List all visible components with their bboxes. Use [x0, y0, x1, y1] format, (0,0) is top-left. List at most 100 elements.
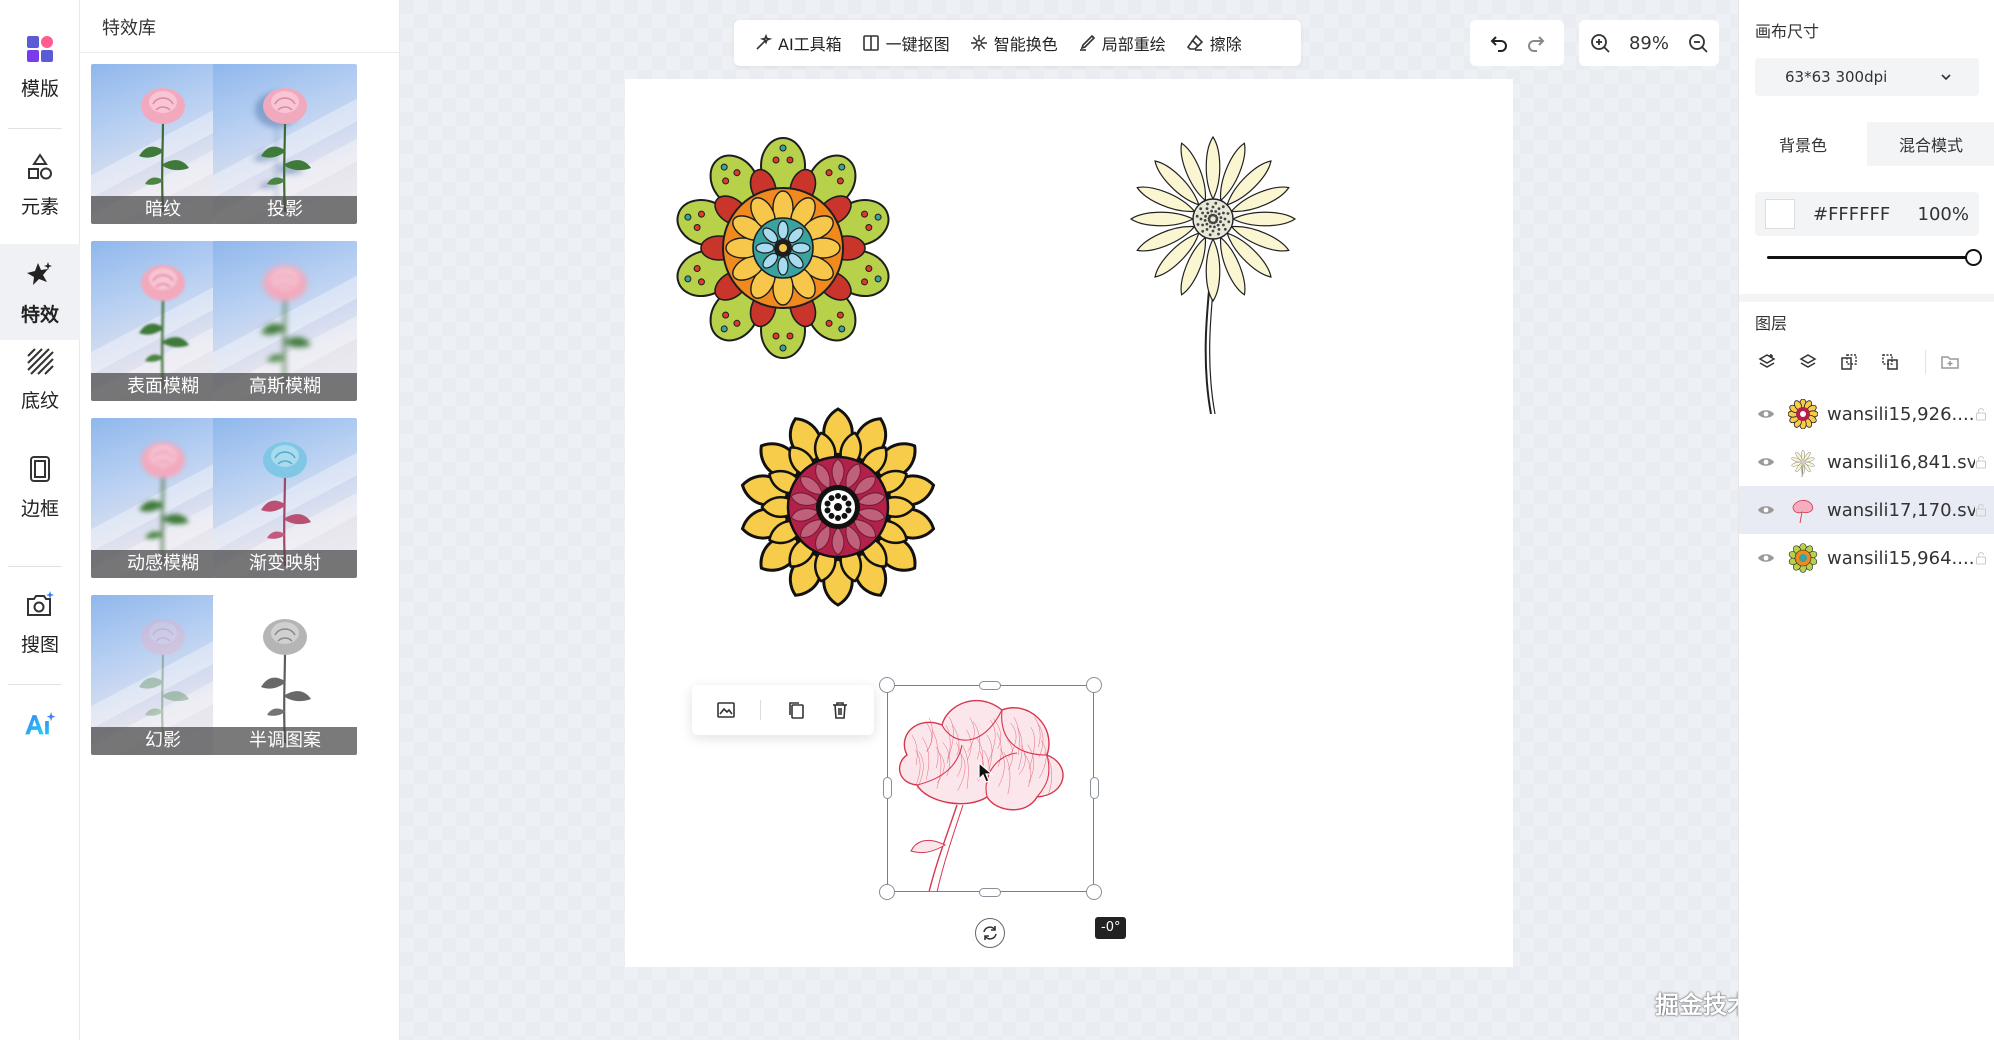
layer-thumbnail: [1787, 398, 1819, 430]
rail-label: 元素: [20, 195, 59, 218]
eye-icon[interactable]: [1757, 456, 1777, 468]
resize-handle-ne[interactable]: [1086, 677, 1102, 693]
eye-icon[interactable]: [1757, 504, 1777, 516]
resize-handle-nw[interactable]: [879, 677, 895, 693]
effect-tile[interactable]: 半调图案: [213, 595, 357, 755]
rail-item-effects[interactable]: 特效: [0, 244, 80, 340]
zoom-in-button[interactable]: [1589, 32, 1611, 54]
ungroup-button[interactable]: [1878, 350, 1901, 374]
recolor-button[interactable]: 智能换色: [960, 20, 1068, 66]
shapes-icon: [23, 150, 57, 184]
duplicate-button[interactable]: [786, 700, 806, 720]
rose-thumbnail-icon: [261, 442, 311, 566]
selection-box[interactable]: [887, 685, 1094, 892]
divider: [8, 128, 62, 129]
cutout-icon: [862, 35, 879, 51]
trash-icon: [832, 702, 847, 719]
sunflower-image: [740, 407, 936, 607]
sunflower-element[interactable]: [735, 404, 941, 614]
rose-thumbnail-icon: [261, 265, 311, 389]
recolor-label: 智能换色: [993, 35, 1058, 54]
mandala-element[interactable]: [668, 133, 898, 367]
color-hex-input[interactable]: #FFFFFF: [1813, 204, 1918, 225]
rail-item-elements[interactable]: 元素: [0, 136, 80, 232]
canvas-size-select[interactable]: 63*63 300dpi: [1755, 58, 1979, 96]
effect-tile[interactable]: 渐变映射: [213, 418, 357, 578]
ai-toolbox-label: AI工具箱: [778, 35, 842, 54]
rail-label: 底纹: [20, 389, 59, 412]
layer-item[interactable]: wansili15,926....: [1739, 390, 1994, 438]
new-folder-button[interactable]: [1938, 350, 1961, 374]
resize-handle-se[interactable]: [1086, 884, 1102, 900]
layer-thumbnail: [1787, 542, 1819, 574]
layer-item[interactable]: wansili15,964....: [1739, 534, 1994, 582]
effect-tile-label: 投影: [213, 196, 357, 224]
eye-icon[interactable]: [1757, 552, 1777, 564]
tab-background-color[interactable]: 背景色: [1739, 122, 1867, 166]
repaint-button[interactable]: 局部重绘: [1068, 20, 1176, 66]
lock-icon[interactable]: [1975, 455, 1991, 469]
divider: [1739, 294, 1994, 302]
replace-image-button[interactable]: [716, 700, 736, 720]
erase-label: 擦除: [1209, 35, 1242, 54]
rail-item-ai[interactable]: [0, 676, 80, 772]
lock-icon[interactable]: [1975, 551, 1991, 565]
rail-item-border[interactable]: 边框: [0, 438, 80, 534]
effect-tile[interactable]: 投影: [213, 64, 357, 224]
send-backward-button[interactable]: [1796, 350, 1819, 374]
rose-thumbnail-icon: [261, 88, 311, 212]
rail-item-texture[interactable]: 底纹: [0, 330, 80, 426]
panel-title: 特效库: [102, 18, 156, 39]
layer-item[interactable]: wansili16,841.svg: [1739, 438, 1994, 486]
opacity-slider-thumb[interactable]: [1965, 249, 1982, 266]
lock-icon[interactable]: [1975, 407, 1991, 421]
resize-handle-w[interactable]: [883, 777, 892, 799]
redo-button[interactable]: [1525, 32, 1547, 54]
daisy-element[interactable]: [1118, 124, 1308, 418]
rotate-handle[interactable]: [975, 918, 1005, 948]
group-button[interactable]: [1837, 350, 1860, 374]
resize-handle-sw[interactable]: [879, 884, 895, 900]
background-color-field: #FFFFFF 100%: [1755, 192, 1979, 236]
color-swatch[interactable]: [1765, 199, 1795, 229]
image-icon: [717, 702, 735, 718]
opacity-input[interactable]: 100%: [1918, 204, 1969, 225]
undo-button[interactable]: [1488, 32, 1510, 54]
divider: [760, 700, 762, 720]
folder-add-icon: [1940, 356, 1959, 369]
zoom-out-button[interactable]: [1687, 32, 1709, 54]
effect-tile-label: 半调图案: [213, 727, 357, 755]
delete-button[interactable]: [830, 700, 850, 720]
ai-toolbox-button[interactable]: AI工具箱: [744, 20, 852, 66]
resize-handle-e[interactable]: [1090, 777, 1099, 799]
properties-panel: 画布尺寸 63*63 300dpi 背景色 混合模式 #FFFFFF 100% …: [1738, 0, 1994, 1040]
lock-icon[interactable]: [1975, 503, 1991, 517]
layer-name: wansili15,964....: [1827, 547, 1975, 569]
tab-blend-mode[interactable]: 混合模式: [1867, 122, 1994, 166]
redo-icon: [1527, 36, 1544, 52]
mandala-image: [676, 137, 890, 359]
template-icon: [23, 32, 57, 66]
cutout-label: 一键抠图: [885, 35, 950, 54]
resize-handle-s[interactable]: [979, 888, 1001, 897]
rail-item-template[interactable]: 模版: [0, 18, 80, 114]
element-context-menu: [692, 685, 874, 735]
cutout-button[interactable]: 一键抠图: [852, 20, 960, 66]
effect-tile[interactable]: 高斯模糊: [213, 241, 357, 401]
undo-icon: [1490, 36, 1507, 52]
eye-icon[interactable]: [1757, 408, 1777, 420]
divider: [8, 566, 62, 567]
repaint-label: 局部重绘: [1101, 35, 1166, 54]
erase-button[interactable]: 擦除: [1176, 20, 1252, 66]
mouse-cursor-icon: [978, 761, 994, 788]
texture-icon: [23, 344, 57, 378]
opacity-slider-track[interactable]: [1767, 256, 1967, 259]
effects-icon: [23, 258, 57, 292]
resize-handle-n[interactable]: [979, 681, 1001, 690]
rotation-angle-badge: -0°: [1095, 917, 1127, 939]
copy-icon: [788, 702, 804, 719]
rail-item-image-search[interactable]: 搜图: [0, 574, 80, 670]
bring-forward-button[interactable]: [1755, 350, 1778, 374]
brush-icon: [1079, 34, 1095, 51]
layer-item[interactable]: wansili17,170.svg: [1739, 486, 1994, 534]
